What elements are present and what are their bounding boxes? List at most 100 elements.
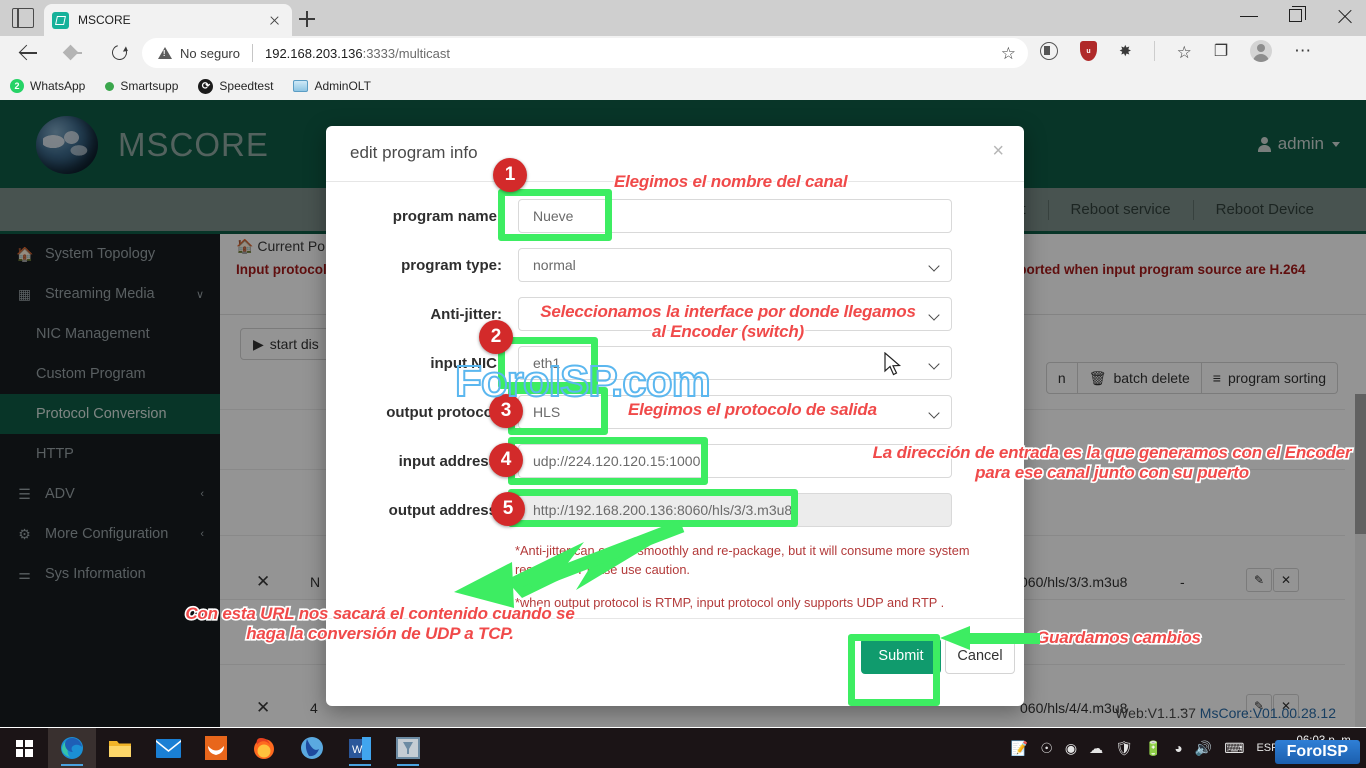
forward-icon[interactable] [56, 36, 92, 70]
tray-headset-icon[interactable]: ☉ [1040, 740, 1053, 757]
tracking-prevention-icon[interactable] [1040, 42, 1058, 60]
program-name-input[interactable]: Nueve [518, 199, 952, 233]
browser-tab[interactable]: MSCORE [44, 4, 292, 36]
modal-title: edit program info [350, 143, 478, 162]
tray-chrome-icon[interactable]: ◉ [1065, 740, 1077, 757]
bookmarks-bar: 2 WhatsApp Smartsupp ⟳ Speedtest AdminOL… [0, 72, 1366, 100]
mouse-cursor [884, 352, 902, 376]
bookmark-label: AdminOLT [314, 79, 371, 93]
taskbar-app-pdf-reader[interactable] [288, 728, 336, 768]
bookmark-adminolt[interactable]: AdminOLT [293, 79, 371, 93]
field-value: udp://224.120.120.15:10001 [533, 453, 709, 469]
omnibox-divider [251, 44, 253, 62]
annotation-note-4: La dirección de entrada es la que genera… [871, 441, 1353, 483]
profile-avatar[interactable] [1250, 40, 1273, 62]
close-icon[interactable] [264, 10, 284, 30]
taskbar-app-word[interactable]: W [336, 728, 384, 768]
taskbar-app-edge[interactable] [48, 728, 96, 768]
modal-close-icon[interactable]: × [992, 140, 1004, 163]
firefox-icon [254, 738, 274, 759]
tray-mcafee-icon[interactable]: 🛡 [1115, 740, 1133, 757]
taskbar-app-file-explorer[interactable] [96, 728, 144, 768]
field-label: Anti-jitter: [430, 305, 502, 323]
annotation-note-2: Seleccionamos la interface por donde lle… [539, 300, 918, 342]
bookmark-label: Speedtest [219, 79, 274, 93]
add-favorite-icon[interactable]: ☆ [1001, 44, 1016, 63]
speedtest-icon: ⟳ [198, 78, 214, 94]
tab-title: MSCORE [78, 13, 131, 27]
field-program-type: program type: normal [326, 245, 1024, 285]
arrow-to-submit [940, 626, 1040, 650]
not-secure-icon [158, 47, 172, 59]
chevron-down-icon [928, 260, 940, 272]
tray-onedrive-icon[interactable]: ☁ [1089, 740, 1103, 757]
taskbar-app-mail[interactable] [144, 728, 192, 768]
address-bar[interactable]: No seguro 192.168.203.136:3333/multicast… [142, 38, 1028, 68]
submit-button[interactable]: Submit [861, 638, 941, 674]
taskbar-app-thunderbird[interactable] [192, 728, 240, 768]
tray-notifications-icon[interactable]: 📝 [1011, 740, 1028, 757]
url-host: 192.168.203.136 [264, 45, 363, 61]
chevron-down-icon [928, 407, 940, 419]
start-button[interactable] [0, 728, 48, 768]
back-icon[interactable] [10, 36, 46, 70]
annotation-note-6: Guardamos cambios [1034, 626, 1202, 648]
field-program-name: program name: Nueve [326, 196, 1024, 236]
tray-keyboard-icon[interactable]: ⌨ [1224, 740, 1244, 757]
extensions-icon[interactable]: ✸ [1119, 42, 1132, 60]
bookmark-label: Smartsupp [120, 79, 179, 93]
bookmark-speedtest[interactable]: ⟳ Speedtest [198, 78, 274, 94]
annotation-note-1: Elegimos el nombre del canal [612, 170, 849, 192]
adminolt-icon [293, 80, 309, 92]
app-running-indicator [397, 763, 419, 766]
app-running-indicator [349, 763, 371, 766]
settings-menu-icon[interactable]: ⋯ [1294, 41, 1312, 61]
url-path: :3333/multicast [362, 45, 451, 61]
reload-icon[interactable] [102, 36, 138, 70]
word-icon: W [349, 736, 371, 760]
field-value: http://192.168.200.136:8060/hls/3/3.m3u8 [533, 502, 793, 518]
bookmark-label: WhatsApp [30, 79, 86, 93]
taskbar-app-firefox[interactable] [240, 728, 288, 768]
window-close-button[interactable] [1322, 0, 1366, 32]
mscore-favicon [52, 11, 69, 29]
field-value: normal [533, 257, 576, 273]
tray-battery-icon[interactable]: 🔋 [1145, 740, 1162, 757]
browser-titlebar: MSCORE [0, 0, 1366, 36]
tray-volume-icon[interactable]: 🔊 [1195, 740, 1212, 757]
field-value: Nueve [533, 208, 574, 224]
step-badge-1: 1 [493, 158, 527, 192]
edge-icon [61, 737, 83, 759]
new-tab-button[interactable] [296, 8, 318, 30]
watermark: ForoISP.com [454, 356, 712, 407]
whatsapp-icon: 2 [10, 79, 24, 93]
field-label: program type: [401, 256, 502, 274]
pdf-reader-icon [301, 737, 323, 759]
windows-icon [15, 739, 33, 757]
tab-search-icon[interactable] [12, 8, 34, 28]
chevron-down-icon [928, 358, 940, 370]
thunderbird-icon [205, 736, 227, 760]
arrow-to-output-address [454, 520, 685, 608]
mail-icon [155, 738, 181, 758]
field-label: program name: [392, 207, 502, 225]
maximize-button[interactable] [1274, 0, 1320, 32]
tray-wifi-icon[interactable]: ◕ [1174, 740, 1182, 756]
favorites-icon[interactable]: ☆ [1177, 43, 1192, 62]
folder-icon [109, 741, 131, 757]
program-type-select[interactable]: normal [518, 248, 952, 282]
taskbar-app-photo-tool[interactable] [384, 728, 432, 768]
ublock-icon[interactable]: u [1080, 41, 1097, 61]
field-label: output address: [388, 501, 502, 519]
bookmark-whatsapp[interactable]: 2 WhatsApp [10, 79, 85, 93]
photo-tool-icon [396, 737, 420, 759]
smartsupp-icon [105, 81, 115, 91]
app-running-indicator [61, 763, 83, 766]
foroisp-overlay-tag: ForoISP [1274, 740, 1360, 764]
minimize-button[interactable] [1226, 0, 1272, 32]
svg-text:W: W [352, 744, 363, 756]
taskbar: W 📝 ☉ ◉ ☁ 🛡 🔋 ◕ 🔊 ⌨ ESP 06:03 p. m. 04/ [0, 728, 1366, 768]
bookmark-smartsupp[interactable]: Smartsupp [105, 79, 178, 93]
step-badge-4: 4 [489, 443, 523, 477]
collections-icon[interactable]: ❐ [1214, 41, 1228, 61]
